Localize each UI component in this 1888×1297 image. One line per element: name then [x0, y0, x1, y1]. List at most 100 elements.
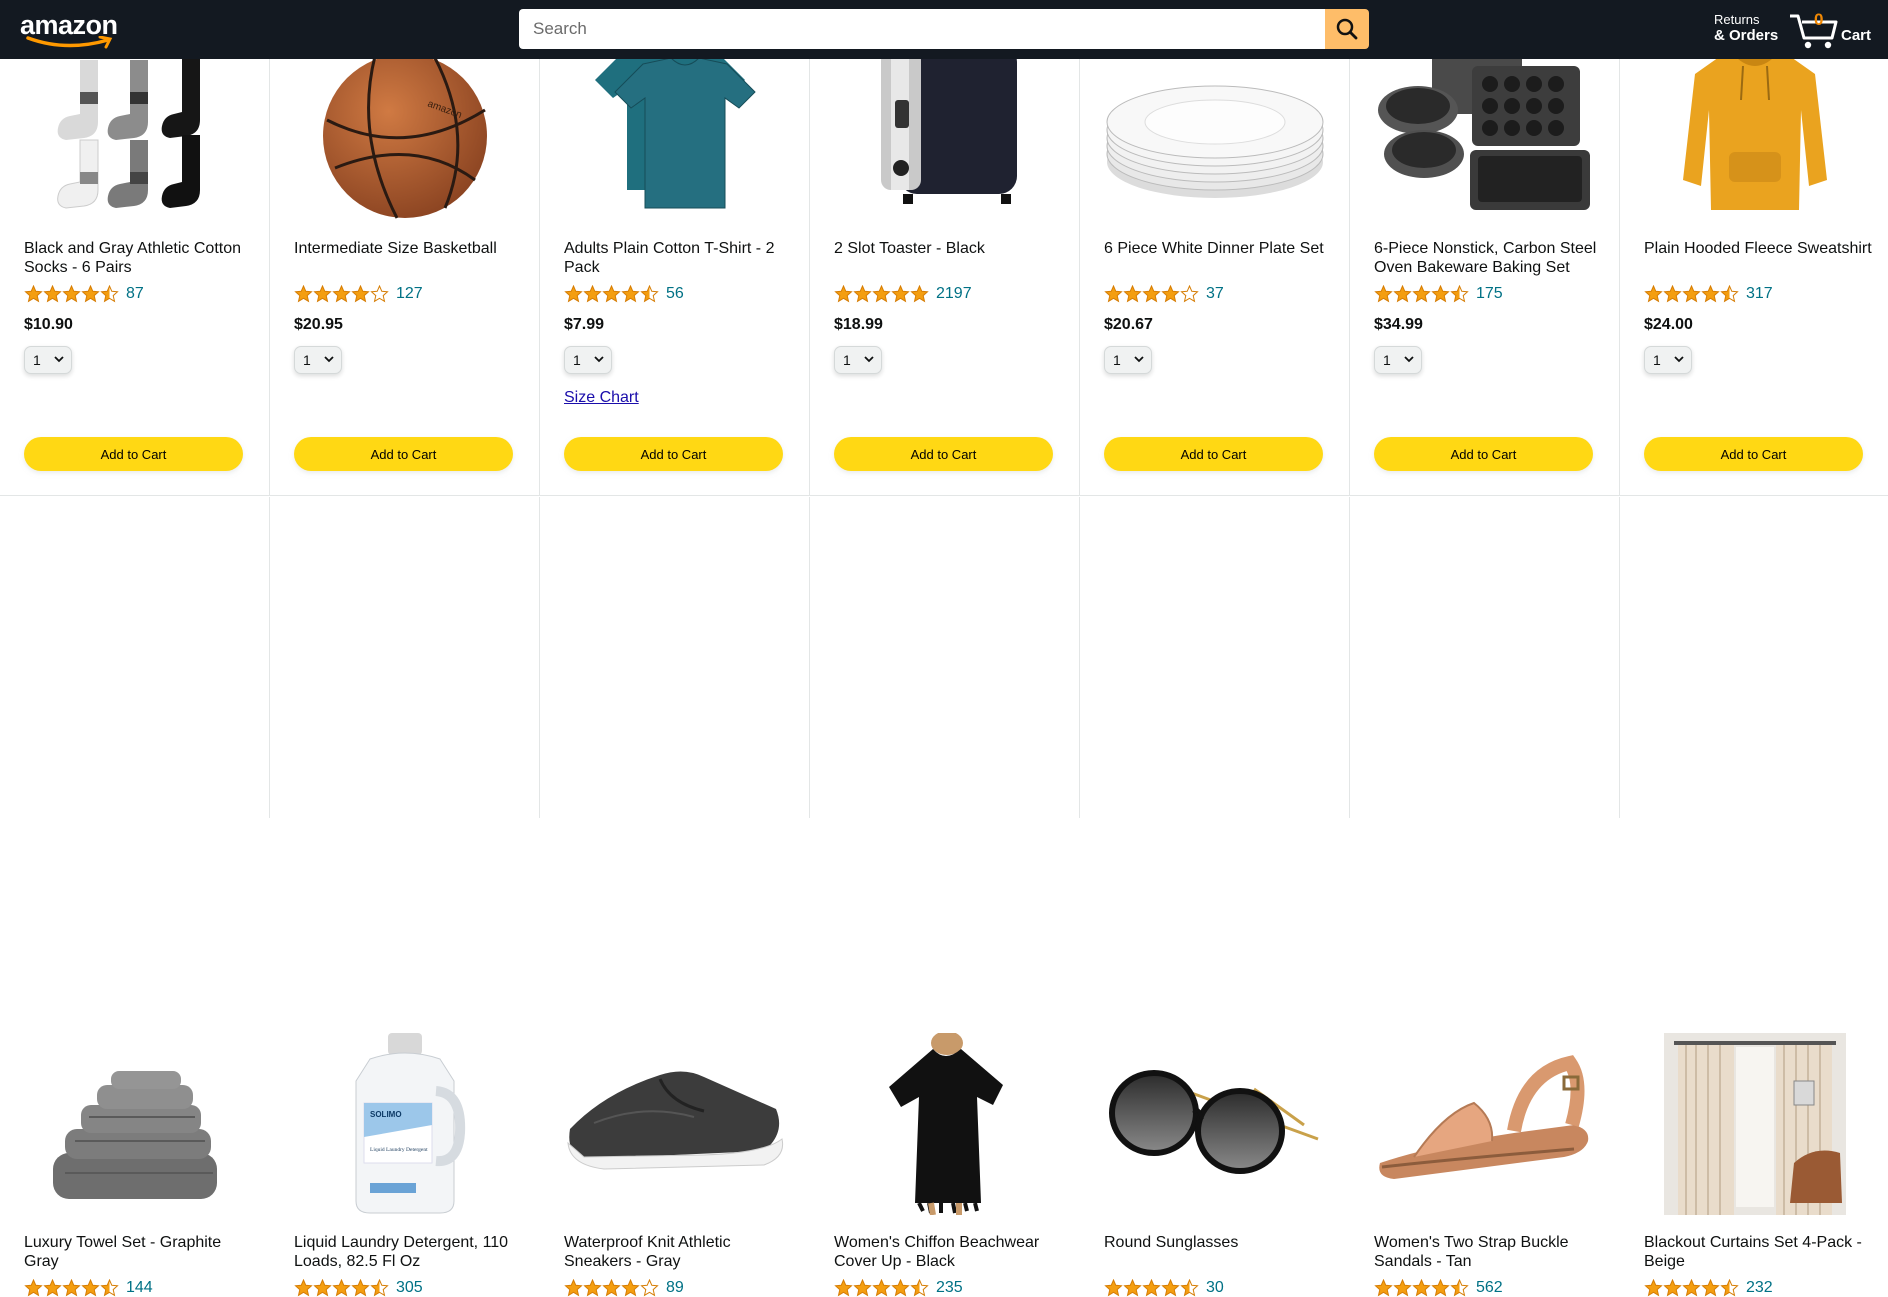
quantity-select[interactable]: 1 — [294, 346, 342, 374]
star-rating-icon — [1644, 1279, 1739, 1297]
rating-count[interactable]: 87 — [126, 285, 144, 303]
add-to-cart-button[interactable]: Add to Cart — [564, 437, 783, 471]
rating-count[interactable]: 305 — [396, 1279, 423, 1297]
add-to-cart-button[interactable]: Add to Cart — [24, 437, 243, 471]
product-price: $7.99 — [564, 316, 605, 333]
product-image-coverup[interactable] — [834, 1033, 1056, 1215]
product-name[interactable]: Women's Two Strap Buckle Sandals - Tan — [1374, 1233, 1604, 1271]
chevron-down-icon — [54, 356, 64, 363]
rating-count[interactable]: 144 — [126, 1279, 153, 1297]
product-image-curtains[interactable] — [1644, 1033, 1866, 1215]
product-name[interactable]: Luxury Towel Set - Graphite Gray — [24, 1233, 254, 1271]
star-rating-icon — [1104, 285, 1199, 303]
chevron-down-icon — [594, 356, 604, 363]
product-name[interactable]: Intermediate Size Basketball — [294, 239, 524, 258]
star-rating-icon — [564, 285, 659, 303]
product-card: SOLIMO Liquid Laundry Detergent Liquid L… — [270, 497, 540, 1297]
product-card: 6 Piece White Dinner Plate Set 37 $20.67… — [1080, 0, 1350, 496]
search-button[interactable] — [1325, 9, 1369, 49]
returns-orders-link[interactable]: Returns & Orders — [1714, 12, 1778, 44]
product-card: Adults Plain Cotton T-Shirt - 2 Pack 56 … — [540, 0, 810, 496]
product-rating[interactable]: 232 — [1644, 1279, 1773, 1297]
product-name[interactable]: Waterproof Knit Athletic Sneakers - Gray — [564, 1233, 794, 1271]
product-name[interactable]: Round Sunglasses — [1104, 1233, 1334, 1252]
chevron-down-icon — [864, 356, 874, 363]
product-rating[interactable]: 127 — [294, 285, 423, 303]
detergent-label-brand: SOLIMO — [370, 1110, 402, 1119]
product-image-sandals[interactable] — [1374, 1033, 1596, 1215]
size-chart-link[interactable]: Size Chart — [564, 389, 639, 407]
product-rating[interactable]: 144 — [24, 1279, 153, 1297]
product-rating[interactable]: 235 — [834, 1279, 963, 1297]
detergent-label-name: Liquid Laundry Detergent — [370, 1147, 428, 1153]
cart-label: Cart — [1841, 27, 1872, 44]
product-rating[interactable]: 305 — [294, 1279, 423, 1297]
product-name[interactable]: Adults Plain Cotton T-Shirt - 2 Pack — [564, 239, 794, 277]
product-name[interactable]: Women's Chiffon Beachwear Cover Up - Bla… — [834, 1233, 1064, 1271]
product-image-plates[interactable] — [1104, 40, 1326, 220]
product-image-detergent[interactable]: SOLIMO Liquid Laundry Detergent — [294, 1033, 516, 1215]
product-rating[interactable]: 2197 — [834, 285, 972, 303]
cart-count: 0 — [1814, 10, 1824, 29]
rating-count[interactable]: 235 — [936, 1279, 963, 1297]
product-name[interactable]: 6-Piece Nonstick, Carbon Steel Oven Bake… — [1374, 239, 1604, 277]
product-price: $20.67 — [1104, 316, 1153, 333]
product-name[interactable]: Blackout Curtains Set 4-Pack - Beige — [1644, 1233, 1874, 1271]
product-name[interactable]: Black and Gray Athletic Cotton Socks - 6… — [24, 239, 254, 277]
rating-count[interactable]: 127 — [396, 285, 423, 303]
quantity-value: 1 — [843, 352, 851, 368]
rating-count[interactable]: 562 — [1476, 1279, 1503, 1297]
product-card: Plain Hooded Fleece Sweatshirt 317 $24.0… — [1620, 0, 1888, 496]
quantity-select[interactable]: 1 — [564, 346, 612, 374]
rating-count[interactable]: 56 — [666, 285, 684, 303]
rating-count[interactable]: 30 — [1206, 1279, 1224, 1297]
product-rating[interactable]: 317 — [1644, 285, 1773, 303]
rating-count[interactable]: 89 — [666, 1279, 684, 1297]
add-to-cart-button[interactable]: Add to Cart — [294, 437, 513, 471]
product-rating[interactable]: 562 — [1374, 1279, 1503, 1297]
quantity-select[interactable]: 1 — [1104, 346, 1152, 374]
amazon-logo[interactable]: amazon — [20, 8, 130, 49]
rating-count[interactable]: 232 — [1746, 1279, 1773, 1297]
product-image-toaster[interactable] — [834, 40, 1056, 220]
product-rating[interactable]: 37 — [1104, 285, 1224, 303]
product-rating[interactable]: 56 — [564, 285, 684, 303]
cart-link[interactable]: 0 Cart — [1788, 8, 1878, 52]
product-rating[interactable]: 30 — [1104, 1279, 1224, 1297]
chevron-down-icon — [324, 356, 334, 363]
add-to-cart-button[interactable]: Add to Cart — [834, 437, 1053, 471]
product-name[interactable]: 2 Slot Toaster - Black — [834, 239, 1064, 258]
quantity-select[interactable]: 1 — [1374, 346, 1422, 374]
product-name[interactable]: Plain Hooded Fleece Sweatshirt — [1644, 239, 1874, 258]
rating-count[interactable]: 175 — [1476, 285, 1503, 303]
product-image-hoodie[interactable] — [1644, 40, 1866, 220]
product-rating[interactable]: 89 — [564, 1279, 684, 1297]
product-name[interactable]: Liquid Laundry Detergent, 110 Loads, 82.… — [294, 1233, 524, 1271]
product-rating[interactable]: 87 — [24, 285, 144, 303]
product-card: Waterproof Knit Athletic Sneakers - Gray… — [540, 497, 810, 1297]
rating-count[interactable]: 37 — [1206, 285, 1224, 303]
rating-count[interactable]: 317 — [1746, 285, 1773, 303]
quantity-select[interactable]: 1 — [24, 346, 72, 374]
search-icon — [1336, 18, 1358, 40]
star-rating-icon — [564, 1279, 659, 1297]
quantity-select[interactable]: 1 — [834, 346, 882, 374]
star-rating-icon — [834, 1279, 929, 1297]
add-to-cart-button[interactable]: Add to Cart — [1104, 437, 1323, 471]
search-input[interactable] — [519, 9, 1325, 49]
rating-count[interactable]: 2197 — [936, 285, 972, 303]
product-image-sunglasses[interactable] — [1104, 1033, 1326, 1215]
product-image-towels[interactable] — [24, 1033, 246, 1215]
product-image-basketball[interactable]: amazon — [294, 40, 516, 220]
product-image-sneaker[interactable] — [564, 1033, 786, 1215]
product-card: Luxury Towel Set - Graphite Gray 144 — [0, 497, 270, 1297]
add-to-cart-button[interactable]: Add to Cart — [1374, 437, 1593, 471]
quantity-select[interactable]: 1 — [1644, 346, 1692, 374]
product-image-tshirt[interactable] — [564, 40, 786, 220]
add-to-cart-button[interactable]: Add to Cart — [1644, 437, 1863, 471]
product-rating[interactable]: 175 — [1374, 285, 1503, 303]
product-image-socks[interactable] — [24, 40, 246, 220]
returns-label: Returns — [1714, 12, 1760, 27]
product-name[interactable]: 6 Piece White Dinner Plate Set — [1104, 239, 1334, 258]
product-image-bakeware[interactable] — [1374, 40, 1596, 220]
